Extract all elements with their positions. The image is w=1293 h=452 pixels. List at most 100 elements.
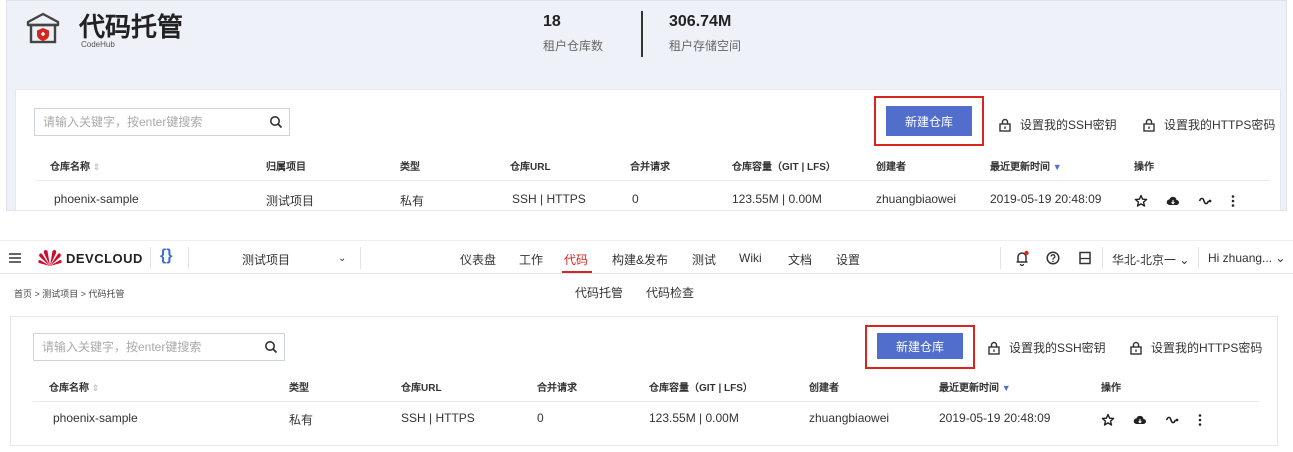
cell-capacity: 123.55M | 0.00M [649, 411, 739, 425]
lock-icon [988, 341, 1000, 355]
region-selector[interactable]: 华北-北京一 ⌄ [1112, 251, 1189, 268]
star-icon[interactable] [1134, 194, 1148, 208]
more-icon[interactable] [1226, 194, 1240, 208]
stat-value: 306.74M [669, 13, 732, 30]
cell-mr: 0 [537, 411, 544, 425]
codehub-title: 代码托管 [79, 12, 184, 42]
nav-item-dashboard[interactable]: 仪表盘 [460, 251, 496, 268]
cell-url[interactable]: SSH | HTTPS [401, 411, 475, 425]
search-box [33, 333, 285, 361]
menu-icon[interactable] [8, 251, 22, 265]
ssh-key-link[interactable]: 设置我的SSH密钥 [998, 116, 1117, 133]
col-header-project: 归属项目 [266, 162, 306, 173]
col-header-capacity: 仓库容量（GIT | LFS） [649, 383, 753, 394]
cell-type: 私有 [289, 413, 314, 427]
breadcrumb[interactable]: 首页 > 测试项目 > 代码托管 [14, 287, 125, 300]
search-input[interactable] [43, 115, 243, 129]
cell-type: 私有 [400, 194, 425, 208]
col-header-actions: 操作 [1101, 383, 1121, 394]
cloud-download-icon[interactable] [1133, 413, 1147, 427]
top-navbar: DEVCLOUD {} 测试项目 ⌄ 仪表盘 工作 代码 构建&发布 测试 Wi… [0, 240, 1293, 274]
help-icon[interactable] [1046, 251, 1060, 265]
cell-updated: 2019-05-19 20:48:09 [990, 192, 1102, 206]
https-key-label: 设置我的HTTPS密码 [1164, 118, 1276, 132]
nav-item-test[interactable]: 测试 [692, 251, 716, 268]
lock-icon [1143, 118, 1155, 132]
col-header-creator: 创建者 [809, 383, 839, 394]
lock-icon [999, 118, 1011, 132]
col-header-mr: 合并请求 [630, 162, 670, 173]
cell-url[interactable]: SSH | HTTPS [512, 192, 586, 206]
col-header-capacity: 仓库容量（GIT | LFS） [732, 162, 836, 173]
table-divider [36, 180, 1270, 181]
repo-name-link[interactable]: phoenix-sample [53, 411, 138, 425]
nav-separator [150, 247, 151, 269]
nav-separator [188, 247, 189, 269]
cell-creator: zhuangbiaowei [809, 411, 890, 425]
search-icon[interactable] [264, 340, 278, 354]
branch-icon[interactable] [1165, 413, 1179, 427]
nav-item-work[interactable]: 工作 [519, 251, 543, 268]
cell-project: 测试项目 [266, 194, 315, 208]
col-header-actions: 操作 [1134, 162, 1154, 173]
chevron-down-icon[interactable]: ⌄ [338, 253, 346, 264]
nav-item-settings[interactable]: 设置 [836, 251, 860, 268]
col-header-mr: 合并请求 [537, 383, 577, 394]
col-header-updated[interactable]: 最近更新时间 ▼ [939, 379, 1011, 394]
https-key-link[interactable]: 设置我的HTTPS密码 [1142, 116, 1275, 133]
codehub-logo-icon [26, 12, 60, 44]
col-header-name[interactable]: 仓库名称 ⇕ [49, 379, 99, 394]
search-input[interactable] [42, 340, 242, 354]
huawei-logo-icon[interactable] [38, 249, 62, 267]
col-header-updated[interactable]: 最近更新时间 ▼ [990, 158, 1062, 173]
subtab-code-hosting[interactable]: 代码托管 [575, 284, 623, 301]
bell-icon[interactable] [1014, 250, 1030, 266]
new-repo-button[interactable]: 新建仓库 [886, 106, 972, 136]
repo-card-bottom: 新建仓库 设置我的SSH密钥 设置我的HTTPS密码 仓库名称 ⇕ 类型 仓库U… [10, 316, 1278, 446]
star-icon[interactable] [1101, 413, 1115, 427]
cell-creator: zhuangbiaowei [876, 192, 957, 206]
stat-label: 租户存储空间 [669, 39, 742, 53]
lock-icon [1130, 341, 1142, 355]
document-icon[interactable] [1078, 251, 1092, 265]
col-header-name[interactable]: 仓库名称 ⇕ [50, 158, 100, 173]
repo-name-link[interactable]: phoenix-sample [54, 192, 139, 206]
user-menu[interactable]: Hi zhuang... ⌄ [1208, 251, 1285, 265]
nav-item-docs[interactable]: 文档 [788, 251, 812, 268]
more-icon[interactable] [1193, 413, 1207, 427]
branch-icon[interactable] [1198, 194, 1212, 208]
stat-repo-count: 18 租户仓库数 [543, 13, 603, 54]
ssh-key-label: 设置我的SSH密钥 [1020, 118, 1117, 132]
nav-item-build-release[interactable]: 构建&发布 [612, 251, 668, 268]
braces-icon[interactable]: {} [160, 247, 172, 265]
col-header-type: 类型 [289, 383, 309, 394]
search-icon[interactable] [269, 115, 283, 129]
col-header-type: 类型 [400, 162, 420, 173]
ssh-key-link[interactable]: 设置我的SSH密钥 [987, 339, 1106, 356]
nav-item-code[interactable]: 代码 [564, 251, 588, 268]
subtab-code-check[interactable]: 代码检查 [646, 284, 694, 301]
stat-label: 租户仓库数 [543, 39, 604, 53]
cloud-download-icon[interactable] [1166, 194, 1180, 208]
nav-separator [360, 247, 361, 269]
brand-name[interactable]: DEVCLOUD [66, 251, 143, 266]
repo-card-top: 新建仓库 设置我的SSH密钥 设置我的HTTPS密码 仓库名称 ⇕ 归属项目 类… [15, 89, 1281, 211]
col-header-url: 仓库URL [510, 162, 551, 173]
nav-separator [1102, 247, 1103, 269]
nav-item-wiki[interactable]: Wiki [739, 251, 762, 265]
table-divider [33, 401, 1259, 402]
codehub-subtitle: CodeHub [81, 40, 115, 49]
project-selector[interactable]: 测试项目 [242, 251, 290, 268]
codehub-panel: 代码托管 CodeHub 18 租户仓库数 306.74M 租户存储空间 新建仓… [6, 0, 1287, 211]
col-header-creator: 创建者 [876, 162, 906, 173]
nav-separator [1000, 247, 1001, 269]
search-box [34, 108, 290, 136]
active-tab-indicator [562, 271, 592, 273]
col-header-url: 仓库URL [401, 383, 442, 394]
cell-mr: 0 [632, 192, 639, 206]
nav-separator [1198, 247, 1199, 269]
new-repo-button[interactable]: 新建仓库 [877, 333, 963, 359]
ssh-key-label: 设置我的SSH密钥 [1009, 341, 1106, 355]
https-key-link[interactable]: 设置我的HTTPS密码 [1129, 339, 1262, 356]
https-key-label: 设置我的HTTPS密码 [1151, 341, 1263, 355]
